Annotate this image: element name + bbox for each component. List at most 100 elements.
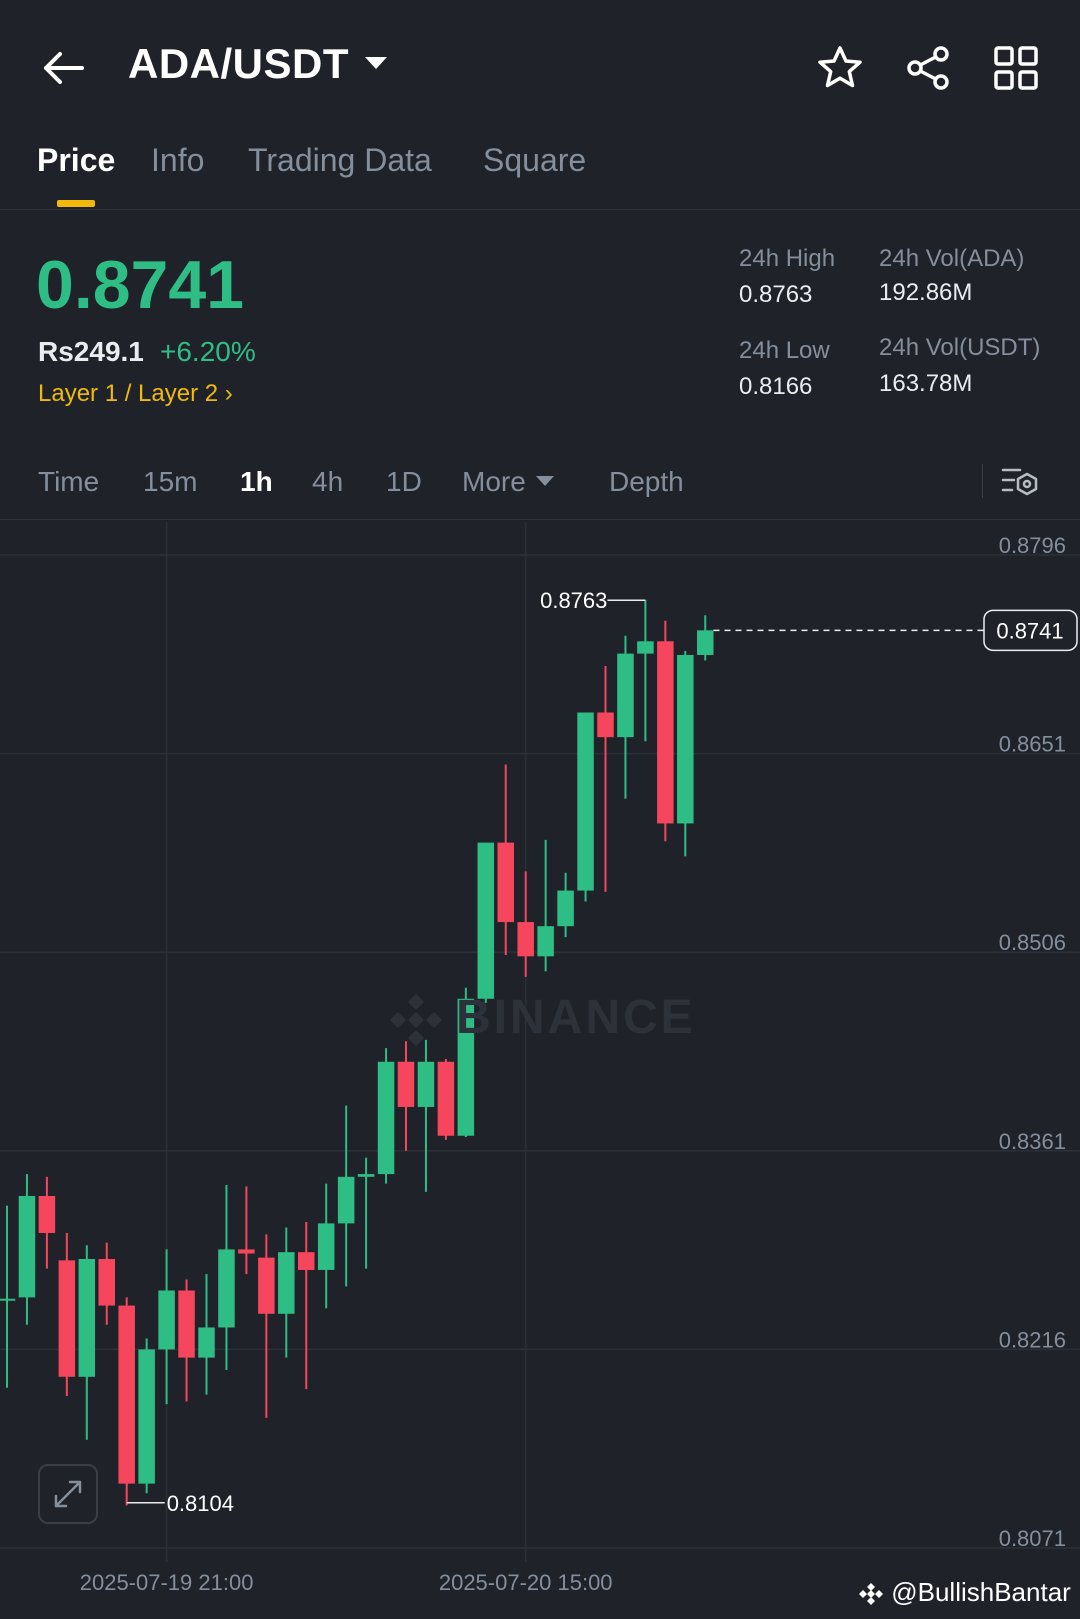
chevron-right-icon: › xyxy=(224,380,233,407)
share-icon[interactable] xyxy=(905,44,953,92)
candlestick-chart[interactable]: 2025-07-19 21:00 2025-07-20 15:00 0.8796 0.… xyxy=(0,522,1080,1590)
low-value: 0.8166 xyxy=(739,373,813,400)
candle-body xyxy=(437,1061,455,1136)
candle-body xyxy=(617,653,634,738)
candle-body xyxy=(677,654,694,824)
low-marker-label: 0.8104 xyxy=(167,1491,234,1516)
candle xyxy=(0,1205,16,1388)
divider xyxy=(982,464,983,498)
low-label: 24h Low xyxy=(739,337,830,364)
candles xyxy=(0,600,714,1506)
vol-quote-label: 24h Vol(USDT) xyxy=(879,334,1041,361)
pair-label: ADA/USDT xyxy=(128,40,349,87)
candle xyxy=(477,842,495,1003)
candle-body xyxy=(337,1176,355,1224)
y-tick-label: 0.8071 xyxy=(999,1526,1066,1551)
binance-logo-icon xyxy=(859,1583,883,1606)
y-tick-label: 0.8506 xyxy=(999,930,1066,955)
candle-body xyxy=(557,890,574,927)
candle-body xyxy=(377,1061,395,1175)
candle-body xyxy=(537,926,554,957)
candle xyxy=(298,1222,315,1390)
candle-body xyxy=(98,1259,115,1306)
candle-body xyxy=(577,712,594,891)
expand-chart-button[interactable] xyxy=(38,1464,98,1524)
binance-logo-icon xyxy=(390,994,442,1047)
interval-time[interactable]: Time xyxy=(38,466,99,498)
candle xyxy=(637,600,654,742)
candle-body xyxy=(298,1252,315,1270)
fiat-price: Rs249.1 xyxy=(38,336,144,367)
candle-body xyxy=(657,641,674,824)
vol-quote-value: 163.78M xyxy=(879,370,973,397)
candle xyxy=(138,1338,155,1494)
category-tag[interactable]: Layer 1 / Layer 2 › xyxy=(38,380,233,408)
interval-more[interactable]: More xyxy=(462,466,554,498)
candle xyxy=(497,764,514,955)
tab-price[interactable]: Price xyxy=(37,142,115,179)
candle-body xyxy=(118,1305,135,1484)
expand-icon xyxy=(54,1480,82,1508)
candle-body xyxy=(637,641,654,654)
candle xyxy=(417,1039,435,1192)
x-tick-label: 2025-07-20 15:00 xyxy=(439,1570,613,1590)
top-bar: ADA/USDT xyxy=(0,0,1080,130)
pair-selector[interactable]: ADA/USDT xyxy=(128,40,387,88)
candle xyxy=(377,1048,395,1184)
interval-1h[interactable]: 1h xyxy=(240,466,273,498)
high-marker-label: 0.8763 xyxy=(540,588,607,613)
candle xyxy=(597,665,614,892)
candle-body xyxy=(78,1259,96,1377)
interval-more-label: More xyxy=(462,466,526,497)
candle-body xyxy=(397,1061,415,1107)
depth-tab[interactable]: Depth xyxy=(609,466,684,498)
candle-body xyxy=(158,1290,175,1350)
tab-info[interactable]: Info xyxy=(151,142,204,179)
candle xyxy=(577,712,594,902)
binance-watermark: BINANCE xyxy=(386,990,696,1050)
candle xyxy=(397,1041,415,1151)
candle-body xyxy=(597,712,614,738)
candle-body xyxy=(178,1290,195,1358)
interval-15m[interactable]: 15m xyxy=(143,466,197,498)
grid-icon[interactable] xyxy=(992,44,1040,92)
candle-body xyxy=(497,842,514,923)
credit-text: @BullishBantar xyxy=(891,1577,1071,1607)
chart-grid: 2025-07-19 21:00 2025-07-20 15:00 0.8796 0.… xyxy=(0,522,1080,1590)
arrow-left-icon[interactable] xyxy=(38,46,90,90)
interval-1d[interactable]: 1D xyxy=(386,466,422,498)
candle-body xyxy=(0,1298,16,1301)
candle xyxy=(78,1245,96,1440)
candle xyxy=(258,1234,275,1418)
candle-body xyxy=(238,1249,255,1254)
caret-down-icon xyxy=(365,56,387,69)
chart-settings-icon[interactable] xyxy=(1000,462,1040,502)
candle-body xyxy=(517,922,534,957)
y-tick-label: 0.8651 xyxy=(999,732,1066,757)
candle xyxy=(38,1176,56,1269)
candle xyxy=(198,1274,215,1395)
interval-bar: Time 15m 1h 4h 1D More Depth xyxy=(0,452,1080,520)
candle xyxy=(557,872,574,938)
candle xyxy=(517,871,534,977)
x-tick-label: 2025-07-19 21:00 xyxy=(80,1570,254,1590)
candle-body xyxy=(138,1349,155,1484)
high-value: 0.8763 xyxy=(739,281,813,308)
candle xyxy=(18,1174,36,1325)
star-icon[interactable] xyxy=(816,44,864,92)
candle xyxy=(697,615,714,661)
tab-square[interactable]: Square xyxy=(483,142,586,179)
candle-body xyxy=(697,630,714,655)
candle xyxy=(537,839,554,972)
high-label: 24h High xyxy=(739,245,836,272)
last-price: 0.8741 xyxy=(36,247,244,323)
caret-down-icon xyxy=(535,475,554,486)
candle xyxy=(337,1105,355,1287)
interval-4h[interactable]: 4h xyxy=(312,466,343,498)
candle xyxy=(317,1183,335,1309)
candle xyxy=(158,1249,175,1405)
tab-trading-data[interactable]: Trading Data xyxy=(248,142,432,179)
candle xyxy=(278,1227,295,1358)
y-tick-label: 0.8361 xyxy=(999,1129,1066,1154)
candle xyxy=(617,635,634,799)
